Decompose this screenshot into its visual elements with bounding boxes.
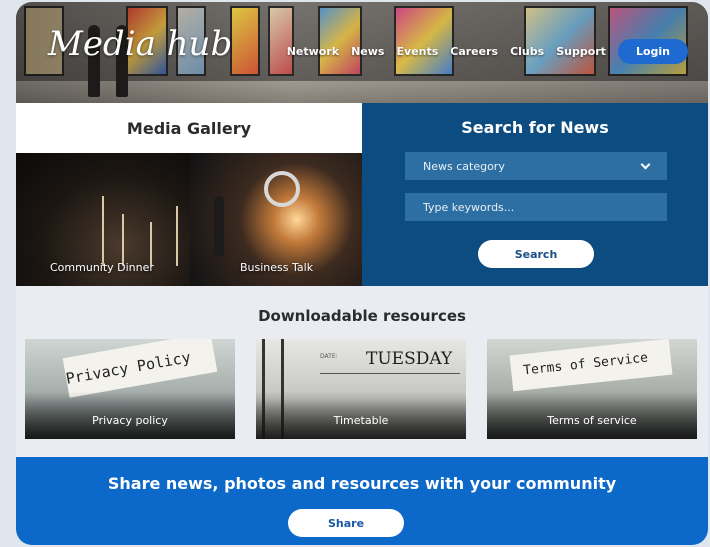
search-button[interactable]: Search: [478, 240, 594, 268]
card-image-subtext: DATE:: [320, 353, 338, 360]
share-banner: Share news, photos and resources with yo…: [16, 457, 708, 545]
page-frame: Media hub Network News Events Careers Cl…: [16, 2, 708, 545]
search-panel: Search for News News category Search: [362, 103, 708, 286]
nav-news[interactable]: News: [351, 45, 384, 58]
card-label: Privacy policy: [92, 414, 168, 427]
decor-stem: [102, 196, 104, 266]
download-card-timetable[interactable]: DATE: TUESDAY Timetable: [256, 339, 466, 439]
site-logo[interactable]: Media hub: [48, 24, 232, 64]
nav-network[interactable]: Network: [287, 45, 339, 58]
downloads-title: Downloadable resources: [258, 307, 466, 325]
speaker-silhouette: [214, 196, 224, 256]
planner-line: [320, 373, 460, 374]
card-label: Timetable: [333, 414, 389, 427]
keywords-input[interactable]: [405, 193, 667, 221]
nav-events[interactable]: Events: [396, 45, 438, 58]
nav-support[interactable]: Support: [556, 45, 606, 58]
gallery-item-community-dinner[interactable]: Community Dinner: [16, 153, 190, 286]
chevron-down-icon: [640, 159, 651, 169]
news-category-value: News category: [423, 159, 505, 173]
decor-stem: [150, 222, 152, 266]
card-image-text: TUESDAY: [366, 349, 453, 369]
gallery-caption: Business Talk: [240, 261, 314, 274]
gallery-header: Media Gallery: [16, 103, 362, 153]
sculpture-ring: [264, 171, 300, 207]
gallery-item-business-talk[interactable]: Business Talk: [190, 153, 362, 286]
decor-stem: [122, 214, 124, 266]
nav-clubs[interactable]: Clubs: [510, 45, 544, 58]
download-card-terms-of-service[interactable]: Terms of Service Terms of service: [487, 339, 697, 439]
nav-careers[interactable]: Careers: [450, 45, 498, 58]
search-title: Search for News: [461, 118, 609, 137]
card-label: Terms of service: [547, 414, 637, 427]
main-nav: Network News Events Careers Clubs Suppor…: [287, 39, 688, 64]
decor-stem: [176, 206, 178, 266]
share-button[interactable]: Share: [288, 509, 404, 537]
share-title: Share news, photos and resources with yo…: [107, 474, 617, 493]
gallery-caption: Community Dinner: [50, 261, 154, 274]
header-hero: Media hub Network News Events Careers Cl…: [16, 2, 708, 103]
news-category-select[interactable]: News category: [405, 152, 667, 180]
download-card-privacy-policy[interactable]: Privacy Policy Privacy policy: [25, 339, 235, 439]
gallery-title: Media Gallery: [126, 118, 252, 138]
login-button[interactable]: Login: [617, 39, 688, 64]
